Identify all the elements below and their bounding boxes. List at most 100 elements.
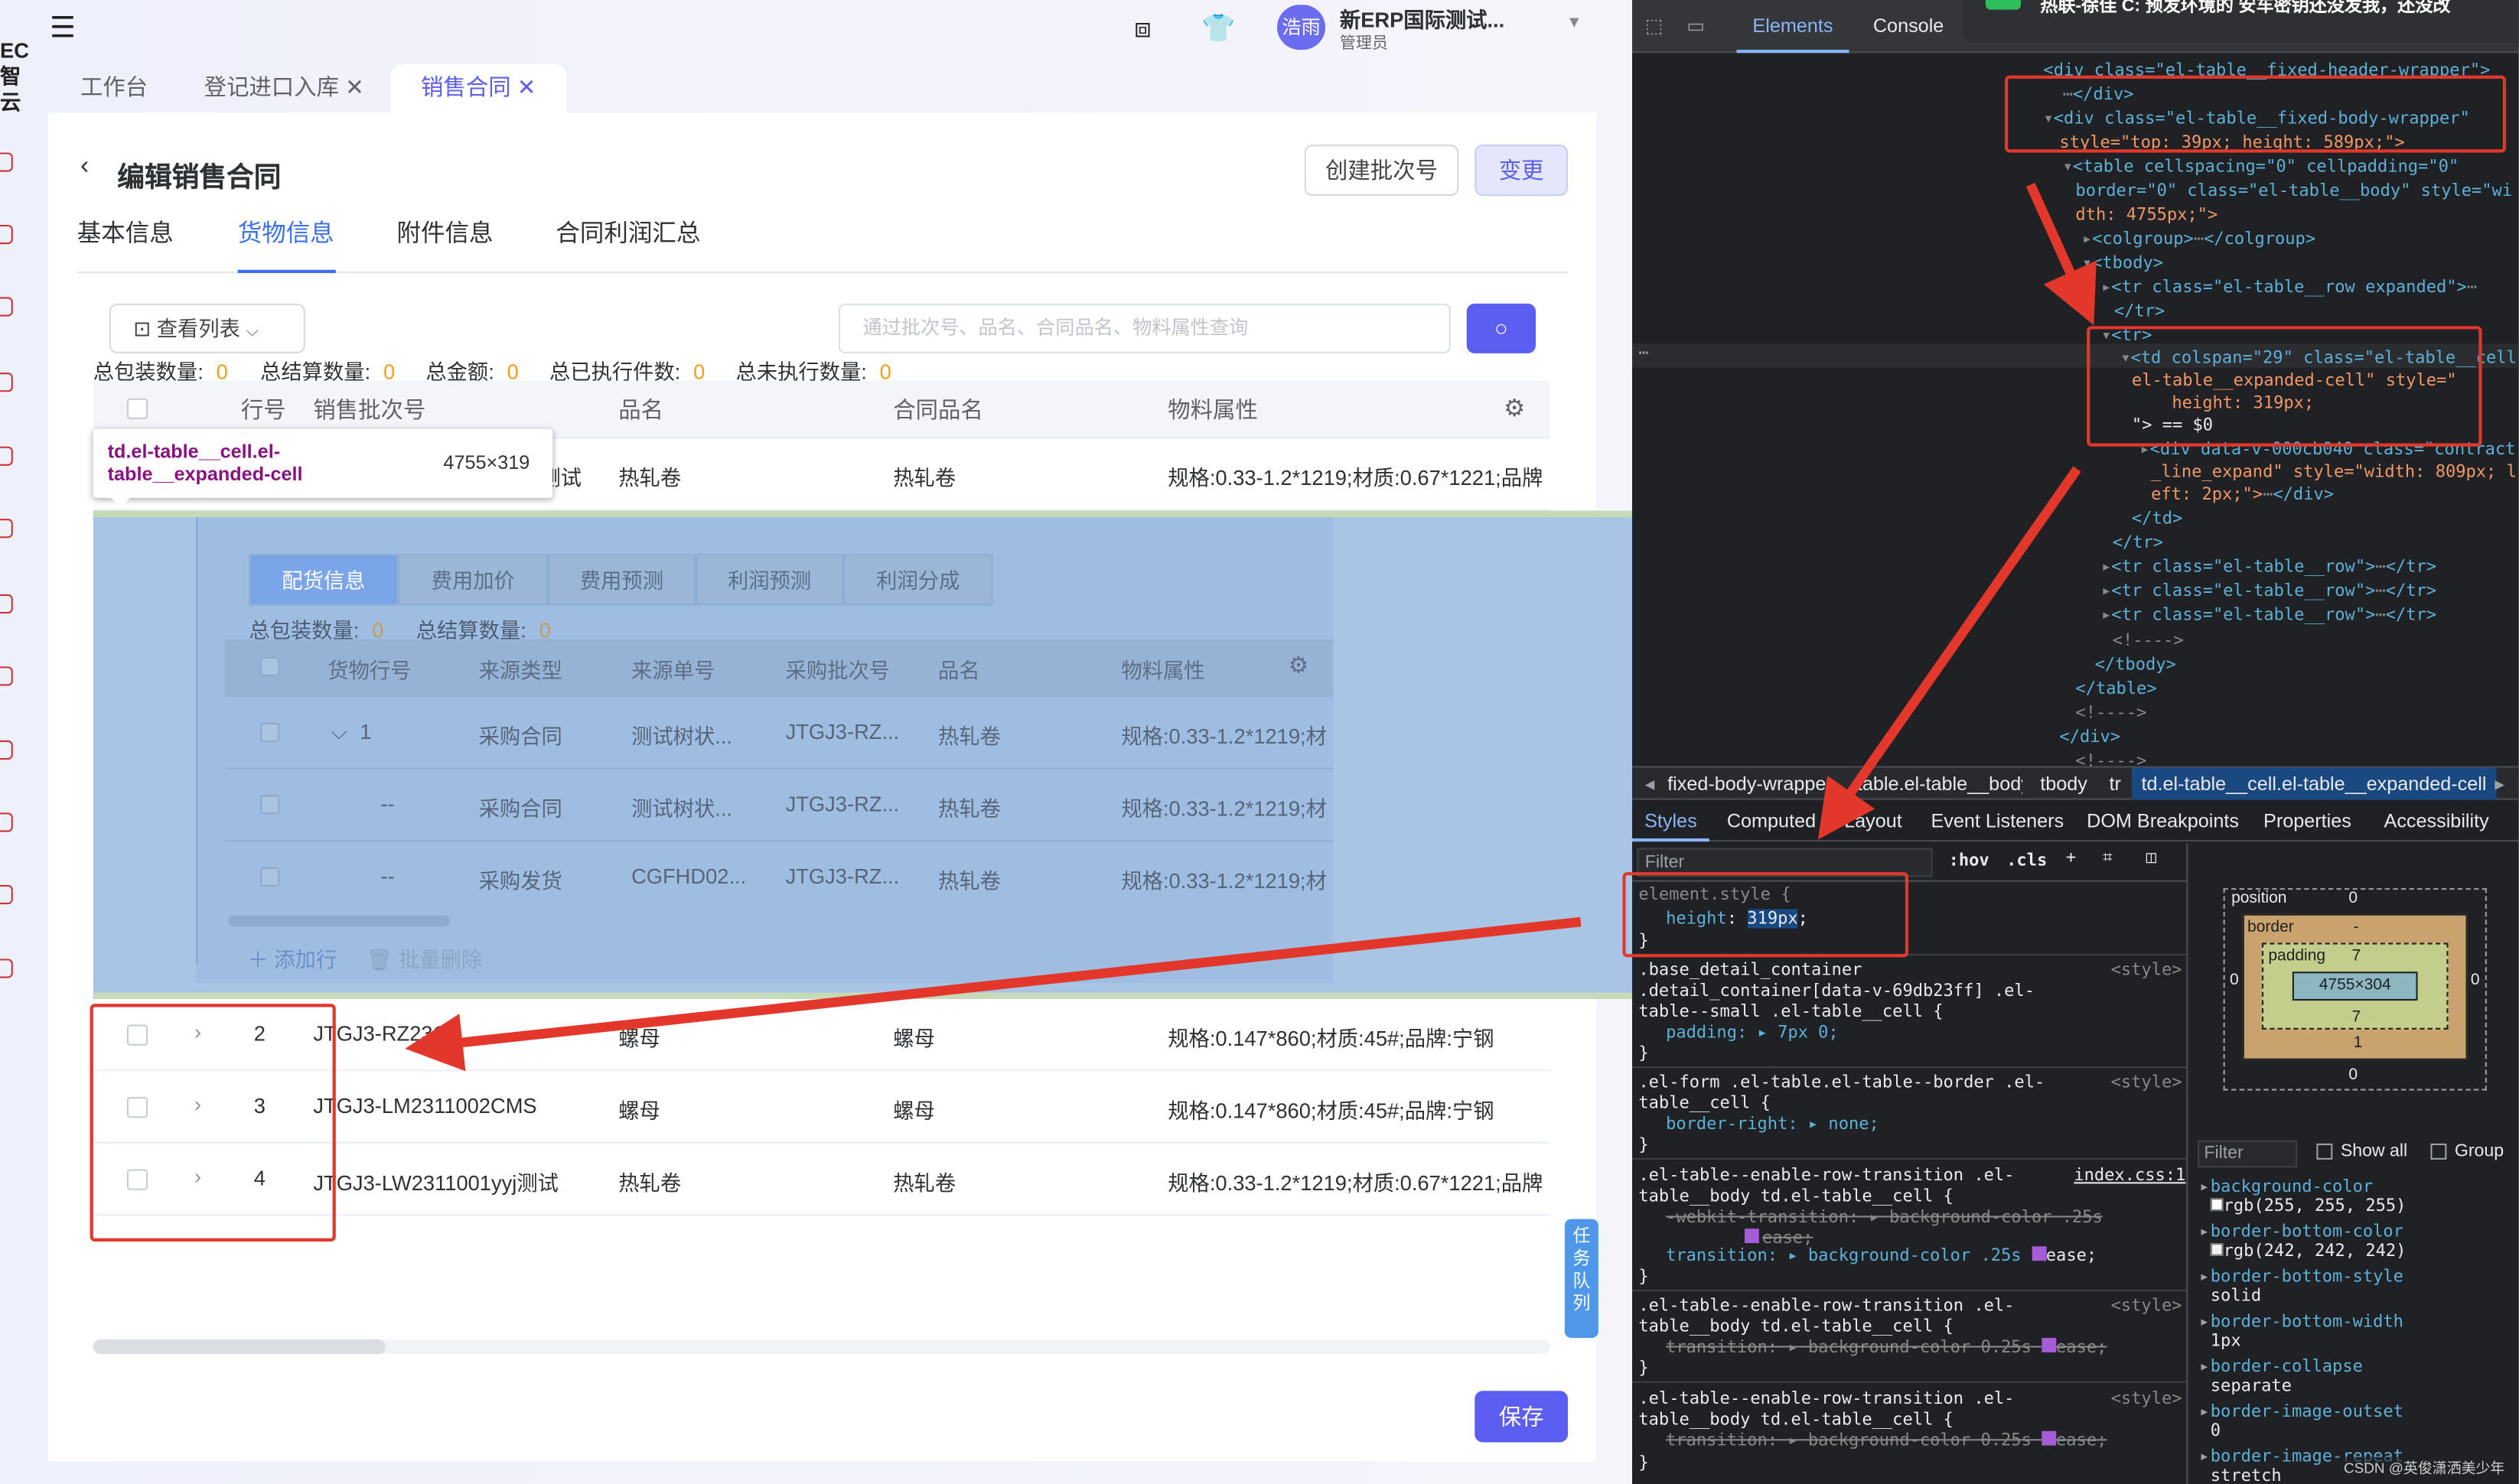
inner-tab-profit-share[interactable]: 利润分成 [843,554,993,606]
easing-swatch-icon[interactable] [2031,1246,2046,1261]
rule-source[interactable]: <style> [2111,1389,2182,1411]
task-queue-button[interactable]: 任 务 队 列 [1564,1219,1598,1338]
row-checkbox[interactable] [260,795,280,815]
computed-prop-name[interactable]: border-image-outset [2211,1402,2403,1423]
inner-tab-fee-forecast[interactable]: 费用预测 [547,554,696,606]
view-list-button[interactable]: ⊡ 查看列表 ⌵ [109,303,305,353]
chevron-down-icon[interactable]: ▼ [1566,15,1582,32]
sidebar-icon-8[interactable] [0,666,13,686]
tab-styles[interactable]: Styles [1631,802,1709,842]
sidebar-toggle-icon[interactable]: ◫ [2146,848,2156,867]
computed-prop-name[interactable]: border-collapse [2211,1357,2363,1378]
close-icon[interactable]: ✕ [517,74,536,100]
easing-swatch-icon[interactable] [2042,1430,2057,1446]
computed-prop-name[interactable]: border-bottom-width [2211,1312,2403,1333]
add-row-button[interactable]: ＋ 添加行 [247,942,337,973]
screen-icon[interactable]: ⧈ [1134,13,1152,45]
group-checkbox[interactable] [2430,1143,2447,1160]
inner-scrollbar[interactable] [228,915,450,927]
tab-properties[interactable]: Properties [2263,802,2351,840]
paint-icon[interactable]: ⌗ [2103,848,2112,869]
shirt-icon[interactable]: 👕 [1201,13,1235,45]
inner-tab-fee-markup[interactable]: 费用加价 [398,554,548,606]
dom-line[interactable]: </div> [2059,726,2120,750]
inner-tab-profit-forecast[interactable]: 利润预测 [696,554,844,606]
tab-workbench[interactable]: 工作台 [80,64,148,112]
scroll-left-icon[interactable]: ◂ [1645,768,1655,800]
inner-table-row[interactable]: -- 采购发货 CGFHD02... JTGJ3-RZ... 热轧卷 规格:0.… [225,841,1334,913]
menu-toggle-icon[interactable]: ☰ [50,11,76,45]
dom-line[interactable]: ▸<tr class="el-table__row">⋯</tr> [2101,555,2436,579]
expand-chevron-icon[interactable]: ⌵ [331,720,347,746]
computed-prop-name[interactable]: background-color [2211,1177,2373,1198]
sidebar-icon-4[interactable] [0,373,13,392]
dom-line[interactable]: <!----> [2075,702,2146,726]
sidebar-icon-2[interactable] [0,224,13,245]
sidebar-icon-10[interactable] [0,812,13,832]
easing-swatch-icon[interactable] [2042,1337,2057,1352]
easing-swatch-icon[interactable] [1744,1229,1759,1244]
decl[interactable]: -webkit-transition: ▸ background-color .… [1666,1208,2103,1229]
dom-line[interactable]: ▸<tr class="el-table__row">⋯</tr> [2101,604,2436,627]
avatar[interactable]: 浩雨 [1277,5,1326,50]
breadcrumb-item-active[interactable]: td.el-table__cell.el-table__expanded-cel… [2131,767,2497,800]
batch-delete-button[interactable]: 🗑 批量删除 [367,942,482,973]
sidebar-icon-7[interactable] [0,594,13,614]
notification-banner[interactable]: 热联-徐佳 C: 预发环境的 安车密钥还没发我，还没改 [1963,0,2519,44]
dom-line[interactable]: </table> [2075,678,2156,701]
computed-prop-name[interactable]: border-bottom-color [2211,1222,2403,1243]
cls-toggle[interactable]: .cls [2006,851,2047,871]
row-checkbox[interactable] [260,722,280,743]
hov-toggle[interactable]: :hov [1949,851,1989,871]
inner-table-row[interactable]: ⌵ 1 采购合同 测试树状... JTGJ3-RZ... 热轧卷 规格:0.33… [224,697,1334,770]
dom-line[interactable]: <!----> [2113,630,2184,653]
subtab-attachments[interactable]: 附件信息 [397,215,494,249]
gear-icon[interactable]: ⚙ [1504,381,1525,439]
dom-line[interactable]: </tr> [2114,301,2165,324]
dom-line[interactable]: border="0" class="el-table__body" style=… [2075,180,2512,203]
search-button[interactable]: ○ [1466,303,1536,353]
device-toggle-icon[interactable]: ▭ [1686,15,1705,37]
row-checkbox[interactable] [260,867,280,887]
sidebar-icon-9[interactable] [0,740,13,760]
decl[interactable]: padding: ▸ 7px 0; [1666,1023,1839,1044]
close-icon[interactable]: ✕ [345,74,364,100]
decl[interactable]: border-right: ▸ none; [1666,1115,1879,1136]
decl[interactable]: transition: ▸ background-color 0.25s eas… [1666,1430,2107,1453]
computed-filter-input[interactable]: Filter [2197,1140,2298,1168]
add-rule-icon[interactable]: + [2066,848,2076,867]
scroll-right-icon[interactable]: ▸ [2495,768,2504,800]
sidebar-icon-12[interactable] [0,958,13,978]
subtab-goods-info[interactable]: 货物信息 [238,215,334,249]
search-input[interactable]: 通过批次号、品名、合同品名、物料属性查询 [838,303,1451,353]
decl[interactable]: transition: ▸ background-color .25s ease… [1666,1246,2097,1268]
tab-console[interactable]: Console [1860,0,1957,53]
dom-line[interactable]: _line_expand" style="width: 809px; l [2151,461,2517,485]
tab-computed[interactable]: Computed [1727,802,1816,840]
rule-source[interactable]: <style> [2111,1073,2182,1095]
breadcrumb-item[interactable]: table.el-table__body [1857,768,2022,800]
sidebar-icon-6[interactable] [0,519,13,539]
breadcrumb-item[interactable]: tr [2110,768,2121,800]
subtab-basic-info[interactable]: 基本信息 [77,215,174,249]
tab-sales-contract[interactable]: 销售合同 ✕ [390,63,567,112]
breadcrumb-item[interactable]: tbody [2040,768,2087,800]
rule-source[interactable]: <style> [2111,961,2182,982]
inspect-icon[interactable]: ⬚ [1645,15,1664,37]
dom-line[interactable]: ▾<tbody> [2082,252,2163,276]
inner-table-row[interactable]: -- 采购合同 测试树状... JTGJ3-RZ... 热轧卷 规格:0.33-… [224,770,1334,842]
create-batch-button[interactable]: 创建批次号 [1304,144,1459,197]
computed-prop-name[interactable]: border-bottom-style [2211,1268,2403,1288]
dom-line[interactable]: </tbody> [2095,654,2176,678]
dom-line[interactable]: eft: 2px;">⋯</div> [2151,483,2334,507]
rule-source[interactable]: <style> [2111,1296,2182,1317]
select-all-checkbox[interactable] [126,398,148,419]
inner-select-all-checkbox[interactable] [260,656,280,676]
rule-source[interactable]: index.css:1 [2074,1166,2185,1187]
dom-line[interactable]: ▸<tr class="el-table__row">⋯</tr> [2101,580,2436,604]
sidebar-icon-1[interactable] [0,152,13,172]
horizontal-scrollbar-thumb[interactable] [93,1339,386,1354]
tab-dom-breakpoints[interactable]: DOM Breakpoints [2087,802,2239,840]
decl[interactable]: transition: ▸ background-color 0.25s eas… [1666,1337,2107,1359]
back-icon[interactable]: ‹ [80,152,89,181]
